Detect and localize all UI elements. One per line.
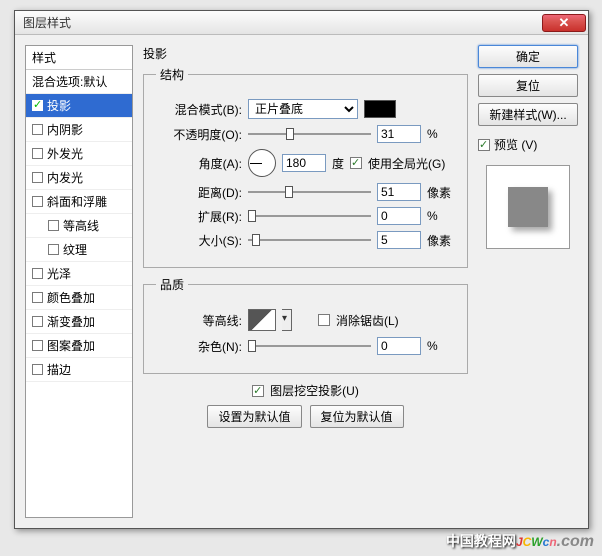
knockout-label: 图层挖空投影(U) [270, 382, 359, 399]
blend-mode-select[interactable]: 正片叠底 [248, 99, 358, 119]
antialias-label: 消除锯齿(L) [336, 312, 399, 329]
angle-label: 角度(A): [156, 155, 242, 172]
angle-dial[interactable] [248, 149, 276, 177]
checkbox-icon[interactable] [32, 172, 43, 183]
antialias-checkbox[interactable] [318, 314, 330, 326]
spread-unit: % [427, 209, 455, 223]
style-drop-shadow[interactable]: 投影 [26, 94, 132, 118]
angle-input[interactable] [282, 154, 326, 172]
knockout-row: 图层挖空投影(U) [143, 382, 468, 399]
styles-list: 样式 混合选项:默认 投影 内阴影 外发光 内发光 斜面和浮雕 等高线 纹理 光… [25, 45, 133, 518]
style-texture[interactable]: 纹理 [26, 238, 132, 262]
checkbox-icon[interactable] [32, 316, 43, 327]
style-satin[interactable]: 光泽 [26, 262, 132, 286]
contour-label: 等高线: [156, 312, 242, 329]
watermark: 中国教程网 JCWcn.com [446, 526, 594, 552]
blend-mode-row: 混合模式(B): 正片叠底 [156, 99, 455, 119]
size-unit: 像素 [427, 232, 455, 249]
preview-inner [508, 187, 548, 227]
style-outer-glow[interactable]: 外发光 [26, 142, 132, 166]
style-gradient-overlay[interactable]: 渐变叠加 [26, 310, 132, 334]
opacity-row: 不透明度(O): % [156, 125, 455, 143]
checkbox-icon[interactable] [32, 364, 43, 375]
close-icon: ✕ [559, 16, 570, 29]
checkbox-icon[interactable] [32, 292, 43, 303]
size-row: 大小(S): 像素 [156, 231, 455, 249]
spread-label: 扩展(R): [156, 208, 242, 225]
size-label: 大小(S): [156, 232, 242, 249]
knockout-checkbox[interactable] [252, 385, 264, 397]
global-light-label: 使用全局光(G) [368, 155, 445, 172]
layer-style-dialog: 图层样式 ✕ 样式 混合选项:默认 投影 内阴影 外发光 内发光 斜面和浮雕 等… [14, 10, 589, 529]
checkbox-icon[interactable] [32, 340, 43, 351]
distance-unit: 像素 [427, 184, 455, 201]
defaults-buttons: 设置为默认值 复位为默认值 [143, 405, 468, 428]
opacity-label: 不透明度(O): [156, 126, 242, 143]
quality-group: 品质 等高线: 消除锯齿(L) 杂色(N): % [143, 276, 468, 374]
shadow-color-swatch[interactable] [364, 100, 396, 118]
checkbox-icon[interactable] [48, 220, 59, 231]
style-contour[interactable]: 等高线 [26, 214, 132, 238]
distance-label: 距离(D): [156, 184, 242, 201]
settings-panel: 投影 结构 混合模式(B): 正片叠底 不透明度(O): % [143, 45, 468, 518]
spread-row: 扩展(R): % [156, 207, 455, 225]
cancel-button[interactable]: 复位 [478, 74, 578, 97]
window-title: 图层样式 [17, 14, 542, 31]
make-default-button[interactable]: 设置为默认值 [207, 405, 301, 428]
opacity-unit: % [427, 127, 455, 141]
checkbox-icon[interactable] [32, 124, 43, 135]
style-stroke[interactable]: 描边 [26, 358, 132, 382]
contour-row: 等高线: 消除锯齿(L) [156, 309, 455, 331]
structure-legend: 结构 [156, 66, 188, 83]
spread-slider[interactable] [248, 207, 371, 225]
distance-row: 距离(D): 像素 [156, 183, 455, 201]
noise-row: 杂色(N): % [156, 337, 455, 355]
noise-slider[interactable] [248, 337, 371, 355]
checkbox-icon[interactable] [32, 100, 43, 111]
close-button[interactable]: ✕ [542, 14, 586, 32]
spread-input[interactable] [377, 207, 421, 225]
style-color-overlay[interactable]: 颜色叠加 [26, 286, 132, 310]
new-style-button[interactable]: 新建样式(W)... [478, 103, 578, 126]
checkbox-icon[interactable] [32, 196, 43, 207]
size-input[interactable] [377, 231, 421, 249]
ok-button[interactable]: 确定 [478, 45, 578, 68]
preview-swatch [486, 165, 570, 249]
size-slider[interactable] [248, 231, 371, 249]
panel-title: 投影 [143, 45, 468, 62]
preview-label: 预览 (V) [494, 136, 537, 153]
noise-unit: % [427, 339, 455, 353]
blending-options-item[interactable]: 混合选项:默认 [26, 70, 132, 94]
titlebar[interactable]: 图层样式 ✕ [15, 11, 588, 35]
styles-header[interactable]: 样式 [26, 46, 132, 70]
contour-picker[interactable] [248, 309, 276, 331]
distance-input[interactable] [377, 183, 421, 201]
opacity-input[interactable] [377, 125, 421, 143]
style-inner-shadow[interactable]: 内阴影 [26, 118, 132, 142]
structure-group: 结构 混合模式(B): 正片叠底 不透明度(O): % 角度(A): [143, 66, 468, 268]
quality-legend: 品质 [156, 276, 188, 293]
checkbox-icon[interactable] [32, 148, 43, 159]
angle-row: 角度(A): 度 使用全局光(G) [156, 149, 455, 177]
reset-default-button[interactable]: 复位为默认值 [310, 405, 404, 428]
dialog-buttons: 确定 复位 新建样式(W)... 预览 (V) [478, 45, 578, 518]
style-bevel-emboss[interactable]: 斜面和浮雕 [26, 190, 132, 214]
opacity-slider[interactable] [248, 125, 371, 143]
noise-input[interactable] [377, 337, 421, 355]
contour-dropdown[interactable] [282, 309, 292, 331]
distance-slider[interactable] [248, 183, 371, 201]
style-inner-glow[interactable]: 内发光 [26, 166, 132, 190]
preview-checkbox[interactable] [478, 139, 490, 151]
global-light-checkbox[interactable] [350, 157, 362, 169]
angle-unit: 度 [332, 155, 344, 172]
checkbox-icon[interactable] [32, 268, 43, 279]
style-pattern-overlay[interactable]: 图案叠加 [26, 334, 132, 358]
noise-label: 杂色(N): [156, 338, 242, 355]
blend-mode-label: 混合模式(B): [156, 101, 242, 118]
checkbox-icon[interactable] [48, 244, 59, 255]
